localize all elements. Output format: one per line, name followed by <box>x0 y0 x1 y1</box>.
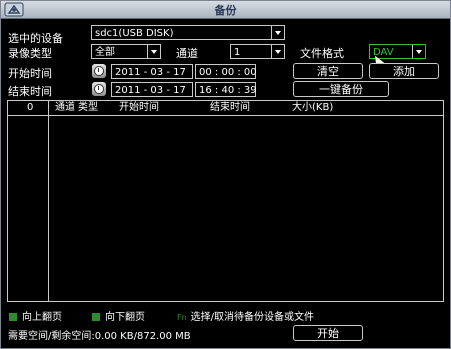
next-page-key-icon <box>92 313 100 321</box>
window-title: 备份 <box>214 4 237 17</box>
record-type-label: 录像类型 <box>8 47 52 60</box>
next-page-text: 向下翻页 <box>105 312 145 323</box>
start-date-field[interactable]: 2011 - 03 - 17 <box>111 64 193 79</box>
legend-prev-page: 向上翻页 <box>9 308 62 323</box>
select-toggle-text: 选择/取消待备份设备或文件 <box>190 312 315 323</box>
channel-select[interactable]: 1 <box>230 44 285 59</box>
title-bar: 备份 <box>1 1 450 19</box>
space-status: 需要空间/剩余空间:0.00 KB/872.00 MB <box>8 331 191 342</box>
col-end-time: 结束时间 <box>210 102 250 113</box>
file-format-label: 文件格式 <box>300 47 344 60</box>
record-type-value: 全部 <box>95 47 115 58</box>
prev-page-key-icon <box>9 313 17 321</box>
one-key-backup-button[interactable]: 一键备份 <box>293 81 389 97</box>
add-button[interactable]: 添加 <box>369 63 439 79</box>
list-header: 0 通道 类型 开始时间 结束时间 大小(KB) <box>8 101 443 116</box>
start-time-field[interactable]: 00 : 00 : 00 <box>195 64 257 79</box>
end-date-field[interactable]: 2011 - 03 - 17 <box>111 82 193 97</box>
device-select[interactable]: sdc1(USB DISK) <box>91 25 285 40</box>
chevron-down-icon[interactable] <box>147 45 160 58</box>
chevron-down-icon[interactable] <box>271 26 284 39</box>
col-start-time: 开始时间 <box>119 102 159 113</box>
start-time-label: 开始时间 <box>8 67 52 80</box>
legend-next-page: 向下翻页 <box>92 308 145 323</box>
channel-label: 通道 <box>176 47 198 60</box>
clear-button[interactable]: 清空 <box>293 63 363 79</box>
record-type-select[interactable]: 全部 <box>91 44 161 59</box>
backup-file-list[interactable]: 0 通道 类型 开始时间 结束时间 大小(KB) <box>7 100 444 302</box>
end-time-label: 结束时间 <box>8 85 52 98</box>
device-value: sdc1(USB DISK) <box>95 28 174 39</box>
channel-value: 1 <box>234 47 241 58</box>
backup-window: 备份 选中的设备 sdc1(USB DISK) 录像类型 全部 通道 1 文件格… <box>0 0 451 349</box>
column-divider <box>48 101 49 301</box>
legend-select-toggle: Fn 选择/取消待备份设备或文件 <box>177 308 315 323</box>
chevron-down-icon[interactable] <box>271 45 284 58</box>
col-index: 0 <box>27 102 34 113</box>
chevron-down-icon[interactable] <box>412 45 425 58</box>
prev-page-text: 向上翻页 <box>22 312 62 323</box>
device-label: 选中的设备 <box>8 32 63 45</box>
clock-icon[interactable] <box>92 64 106 78</box>
col-channel: 通道 <box>55 102 75 113</box>
clock-icon[interactable] <box>92 82 106 96</box>
start-button[interactable]: 开始 <box>293 325 363 341</box>
fn-key-icon: Fn <box>177 313 187 322</box>
col-type: 类型 <box>78 102 98 113</box>
col-size: 大小(KB) <box>292 102 334 113</box>
end-time-field[interactable]: 16 : 40 : 39 <box>195 82 257 97</box>
